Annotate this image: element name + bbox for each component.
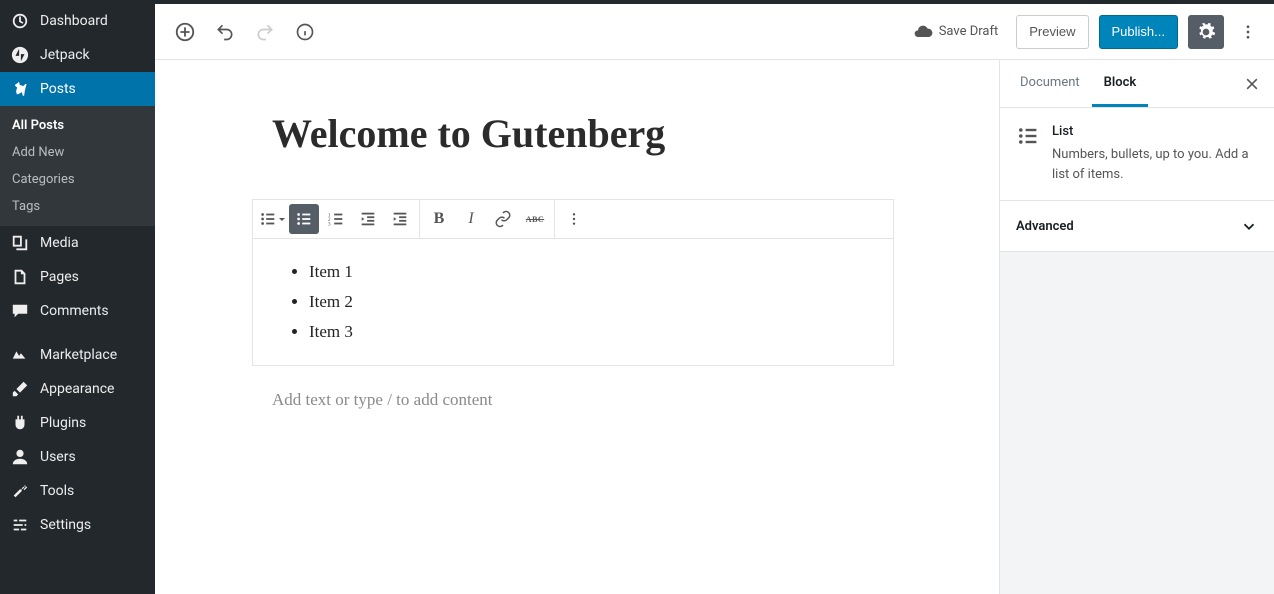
post-title[interactable]: Welcome to Gutenberg [272,110,882,157]
sidebar-item-appearance[interactable]: Appearance [0,372,155,406]
inspector-close-button[interactable] [1238,70,1266,98]
pages-icon [10,267,30,287]
sidebar-item-posts[interactable]: Posts [0,72,155,106]
submenu-add-new[interactable]: Add New [0,139,155,166]
indent-button[interactable] [385,204,415,234]
media-icon [10,233,30,253]
sliders-icon [10,515,30,535]
wrench-icon [10,481,30,501]
plug-icon [10,413,30,433]
gear-icon [1196,22,1216,42]
svg-text:3: 3 [328,221,331,227]
link-button[interactable] [488,204,518,234]
sidebar-label: Settings [40,517,91,533]
list-block[interactable]: Item 1Item 2Item 3 [252,239,894,366]
pin-icon [10,79,30,99]
preview-label: Preview [1029,24,1075,39]
brush-icon [10,379,30,399]
sidebar-item-pages[interactable]: Pages [0,260,155,294]
sidebar-label: Posts [40,81,76,97]
dashboard-icon [10,11,30,31]
jetpack-icon [10,45,30,65]
posts-submenu: All Posts Add New Categories Tags [0,106,155,226]
sidebar-item-jetpack[interactable]: Jetpack [0,38,155,72]
sidebar-item-dashboard[interactable]: Dashboard [0,4,155,38]
save-draft-button[interactable]: Save Draft [905,16,1007,48]
sidebar-label: Users [40,449,76,465]
sidebar-item-settings[interactable]: Settings [0,508,155,542]
italic-button[interactable]: I [456,204,486,234]
sidebar-label: Tools [40,483,74,499]
sidebar-item-media[interactable]: Media [0,226,155,260]
chevron-down-icon [1240,217,1258,235]
editor-main: Save Draft Preview Publish... Welcome [155,4,1274,594]
list-item[interactable]: Item 2 [309,287,869,317]
sidebar-label: Jetpack [40,47,90,63]
block-description: Numbers, bullets, up to you. Add a list … [1052,145,1258,184]
save-draft-label: Save Draft [939,24,999,39]
publish-button[interactable]: Publish... [1099,15,1178,49]
sidebar-item-comments[interactable]: Comments [0,294,155,328]
sidebar-label: Comments [40,303,109,319]
editor-canvas: Welcome to Gutenberg 123 [155,60,999,594]
cloud-icon [913,22,933,42]
settings-inspector: Document Block List Numbers, bullets, up… [999,60,1274,594]
outdent-button[interactable] [353,204,383,234]
marketplace-icon [10,345,30,365]
ordered-list-button[interactable]: 123 [321,204,351,234]
sidebar-label: Pages [40,269,79,285]
advanced-panel-toggle[interactable]: Advanced [1000,201,1274,252]
tab-block[interactable]: Block [1092,60,1149,107]
sidebar-item-plugins[interactable]: Plugins [0,406,155,440]
unordered-list-button[interactable] [289,204,319,234]
unordered-list-dropdown[interactable] [257,204,287,234]
block-appender[interactable]: Add text or type / to add content [272,390,882,410]
user-icon [10,447,30,467]
editor-toolbar: Save Draft Preview Publish... [155,4,1274,60]
block-title: List [1052,124,1258,139]
list-item[interactable]: Item 1 [309,257,869,287]
sidebar-label: Plugins [40,415,86,431]
tab-document[interactable]: Document [1008,60,1092,107]
redo-button[interactable] [247,14,283,50]
submenu-tags[interactable]: Tags [0,193,155,220]
sidebar-label: Dashboard [40,13,108,29]
publish-label: Publish... [1112,24,1165,39]
submenu-categories[interactable]: Categories [0,166,155,193]
list-icon [1016,124,1040,184]
sidebar-item-tools[interactable]: Tools [0,474,155,508]
submenu-all-posts[interactable]: All Posts [0,112,155,139]
strikethrough-button[interactable]: ABC [520,204,550,234]
sidebar-label: Marketplace [40,347,117,363]
sidebar-item-marketplace[interactable]: Marketplace [0,338,155,372]
preview-button[interactable]: Preview [1016,15,1088,49]
block-toolbar: 123 B I [252,199,894,239]
sidebar-label: Media [40,235,79,251]
comments-icon [10,301,30,321]
block-info-panel: List Numbers, bullets, up to you. Add a … [1000,108,1274,201]
info-button[interactable] [287,14,323,50]
sidebar-item-users[interactable]: Users [0,440,155,474]
bold-button[interactable]: B [424,204,454,234]
more-menu-button[interactable] [1234,14,1262,50]
settings-toggle-button[interactable] [1188,15,1224,49]
advanced-label: Advanced [1016,219,1074,234]
admin-sidebar: Dashboard Jetpack Posts All Posts Add Ne… [0,4,155,594]
inspector-tabs: Document Block [1000,60,1274,108]
sidebar-label: Appearance [40,381,114,397]
block-more-button[interactable] [559,204,589,234]
list-item[interactable]: Item 3 [309,317,869,347]
add-block-button[interactable] [167,14,203,50]
undo-button[interactable] [207,14,243,50]
